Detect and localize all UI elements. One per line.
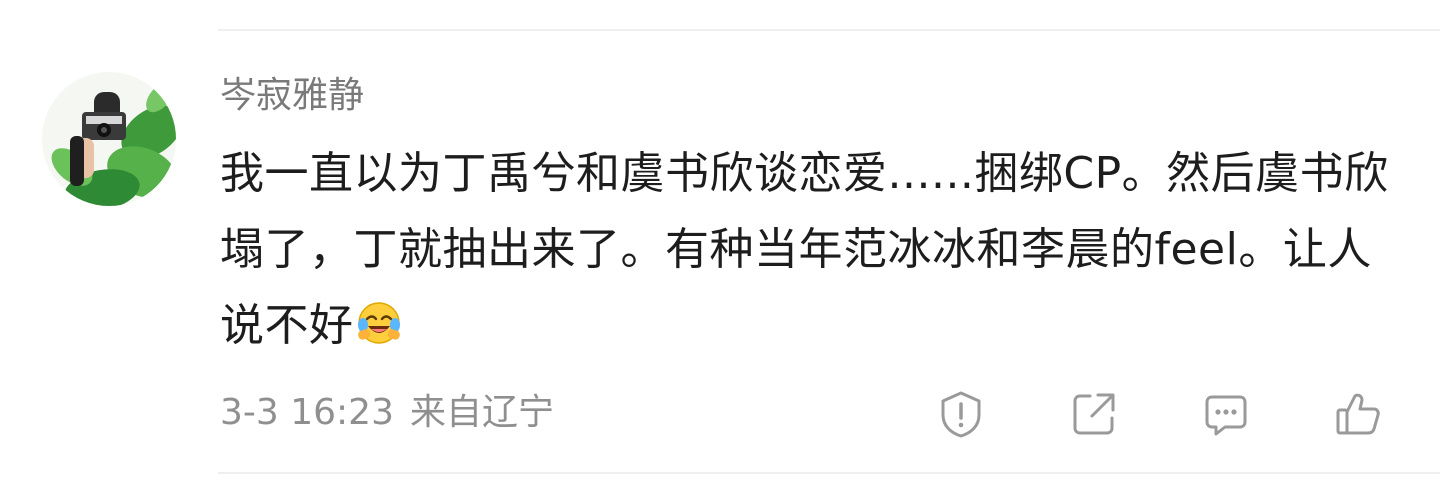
location: 来自辽宁	[410, 392, 555, 433]
username[interactable]: 岑寂雅静	[220, 72, 364, 120]
laughing-crying-emoji-icon	[356, 300, 402, 346]
reply-button[interactable]	[1200, 388, 1252, 440]
bottom-divider	[218, 472, 1440, 474]
comment-body: 我一直以为丁禹兮和虞书欣谈恋爱......捆绑CP。然后虞书欣塌了，丁就抽出来了…	[220, 136, 1405, 364]
thumbs-up-icon	[1336, 393, 1380, 435]
shield-exclamation-icon	[941, 391, 981, 438]
top-divider	[218, 29, 1440, 31]
report-button[interactable]	[935, 388, 987, 440]
share-arrow-icon	[1073, 393, 1115, 435]
comment-meta: 3-3 16:23 来自辽宁	[220, 388, 554, 438]
timestamp: 3-3 16:23	[220, 392, 394, 433]
avatar-image	[42, 72, 176, 206]
like-button[interactable]	[1333, 388, 1385, 440]
share-button[interactable]	[1068, 388, 1120, 440]
avatar[interactable]	[42, 72, 176, 206]
comment-bubble-icon	[1205, 395, 1247, 436]
